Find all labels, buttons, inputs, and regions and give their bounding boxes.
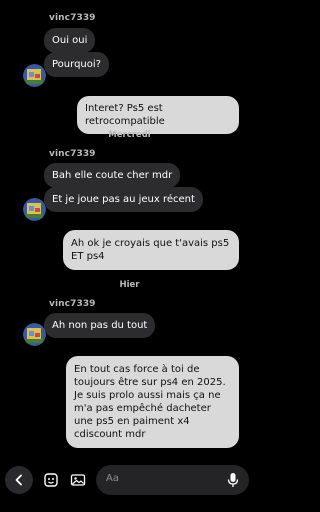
incoming-message[interactable]: Bah elle coute cher mdr	[44, 163, 181, 188]
outgoing-message[interactable]: En tout cas force à toi de toujours être…	[66, 356, 239, 448]
date-divider: Mercredi	[108, 130, 151, 140]
incoming-message[interactable]: Oui oui	[44, 28, 96, 53]
outgoing-message[interactable]: Interet? Ps5 est retrocompatible	[77, 96, 239, 134]
sender-name: vinc7339	[49, 149, 96, 159]
avatar[interactable]	[23, 198, 46, 221]
message-input-placeholder: Aa	[106, 473, 119, 484]
message-input[interactable]: Aa	[96, 465, 249, 495]
gallery-button[interactable]	[70, 472, 86, 488]
incoming-message[interactable]: Pourquoi?	[44, 52, 109, 77]
message-composer: Aa	[0, 462, 259, 512]
image-icon	[70, 474, 86, 486]
sticker-icon	[44, 473, 58, 487]
avatar[interactable]	[23, 64, 46, 87]
chat-thread[interactable]: vinc7339 Oui oui Pourquoi? Interet? Ps5 …	[0, 0, 259, 462]
sender-name: vinc7339	[49, 299, 96, 309]
microphone-icon[interactable]	[227, 472, 239, 488]
incoming-message[interactable]: Et je joue pas au jeux récent	[44, 187, 203, 212]
sender-name: vinc7339	[49, 13, 96, 23]
back-button[interactable]	[5, 466, 33, 494]
chevron-left-icon	[15, 474, 22, 486]
date-divider: Hier	[119, 280, 140, 290]
avatar[interactable]	[23, 323, 46, 346]
sticker-button[interactable]	[43, 472, 59, 488]
incoming-message[interactable]: Ah non pas du tout	[44, 313, 156, 338]
outgoing-message[interactable]: Ah ok je croyais que t'avais ps5 ET ps4	[63, 230, 239, 270]
